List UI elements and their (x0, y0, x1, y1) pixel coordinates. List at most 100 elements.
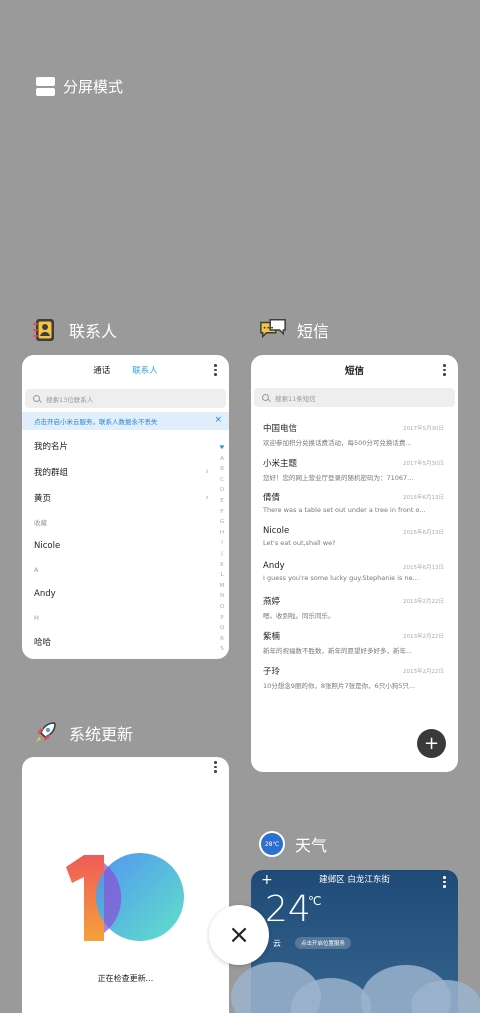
index-letter[interactable]: O (218, 602, 226, 613)
contacts-section-header: H (22, 607, 229, 629)
more-options-icon[interactable] (443, 876, 446, 890)
search-icon (262, 394, 269, 401)
sms-app-card[interactable]: 短信 搜索11条短信 中国电信 2017年5月30日 欢迎参加积分兑换话费活动，每5… (251, 355, 458, 772)
split-screen-button[interactable]: 分屏模式 (36, 76, 123, 97)
contacts-tab-bar: 通话 联系人 (22, 355, 229, 385)
message-date: 2015年6月13日 (403, 564, 444, 571)
close-icon: × (228, 920, 250, 950)
message-item[interactable]: 紫楠 2013年2月22日 新年的祝福数不胜数，新年的愿望好多好多，新年... (251, 623, 458, 658)
sms-app-icon (259, 316, 287, 344)
index-letter[interactable]: H (218, 528, 226, 539)
cloud-service-banner-text: 点击开启小米云服务，联系人数据永不丢失 (34, 418, 158, 426)
index-letter[interactable]: R (218, 634, 226, 645)
index-letter[interactable]: N (218, 591, 226, 602)
index-letter[interactable]: K (218, 560, 226, 571)
tab-contacts[interactable]: 联系人 (132, 364, 158, 376)
message-preview: 您好！您的网上营业厅登录的随机密码为：71067... (263, 473, 414, 482)
contacts-list-item[interactable]: Andy (22, 581, 229, 607)
miui-10-logo (66, 853, 184, 941)
more-options-icon[interactable] (214, 761, 217, 775)
message-item[interactable]: 燕婷 2013年2月22日 嗯。收到啦。同乐同乐。 (251, 588, 458, 623)
message-preview: There was a table set out under a tree i… (263, 506, 426, 515)
alphabet-index[interactable]: ♥ A B C D E F G H I J K L M N O P Q R S (218, 443, 226, 655)
sms-search-placeholder: 搜索11条短信 (275, 394, 316, 403)
message-preview: 嗯。收到啦。同乐同乐。 (263, 612, 335, 621)
message-preview: 10分想念9丽的你，8张照片7张是你，6只小狗5只... (263, 681, 416, 690)
contacts-search-input[interactable]: 搜索13位联系人 (25, 389, 226, 408)
contacts-app-card[interactable]: 通话 联系人 搜索13位联系人 点击开启小米云服务，联系人数据永不丢失 × 我的… (22, 355, 229, 659)
index-letter[interactable]: I (218, 538, 226, 549)
row-label: 我的群组 (34, 468, 69, 478)
index-letter[interactable]: D (218, 485, 226, 496)
cloud-service-banner[interactable]: 点击开启小米云服务，联系人数据永不丢失 × (22, 412, 229, 430)
current-temperature: 24 (265, 889, 311, 930)
index-letter[interactable]: ♥ (218, 443, 226, 454)
update-status-text: 正在检查更新... (97, 974, 154, 983)
location-service-chip[interactable]: 点击开启位置服务 (295, 937, 352, 949)
index-letter[interactable]: E (218, 496, 226, 507)
message-date: 2013年2月22日 (403, 634, 444, 641)
contacts-list-item[interactable]: 黄页 › (22, 485, 229, 511)
tab-calls[interactable]: 通话 (93, 364, 110, 376)
message-preview: Let's eat out,shall we? (263, 539, 336, 548)
sms-title-bar: 短信 (251, 355, 458, 385)
message-item[interactable]: 小米主题 2017年5月30日 您好！您的网上营业厅登录的随机密码为：71067..… (251, 450, 458, 485)
contacts-section-header: A (22, 559, 229, 581)
message-item[interactable]: Andy 2015年6月13日 I guess you're some lucky … (251, 554, 458, 589)
contacts-list-item[interactable]: 我的群组 › (22, 459, 229, 485)
weather-icon-temp: 28℃ (264, 840, 280, 848)
row-label: 哈哈 (34, 638, 52, 648)
rocket-icon (31, 719, 59, 747)
row-label: Andy (34, 589, 56, 599)
index-letter[interactable]: L (218, 570, 226, 581)
temperature-unit: ℃ (308, 894, 322, 908)
contacts-search-placeholder: 搜索13位联系人 (46, 395, 94, 404)
row-label: 黄页 (34, 494, 52, 504)
weather-app-card[interactable]: + 建邺区 白龙江东街 24 ℃ 云 点击开启位置服务 (231, 870, 480, 1013)
message-item[interactable]: Nicole 2015年6月13日 Let's eat out,shall we? (251, 519, 458, 554)
index-letter[interactable]: F (218, 507, 226, 518)
clear-all-button[interactable]: × (209, 905, 269, 965)
index-letter[interactable]: A (218, 454, 226, 465)
weather-app-header: 28℃ 天气 (259, 831, 327, 857)
index-letter[interactable]: G (218, 517, 226, 528)
message-preview: 欢迎参加积分兑换话费活动，每500分可兑换话费... (263, 439, 412, 447)
message-date: 2013年2月22日 (403, 599, 444, 606)
contacts-list-item[interactable]: 哈哈 (22, 629, 229, 655)
update-app-header: 系统更新 (31, 719, 133, 747)
new-message-button[interactable]: + (417, 729, 446, 758)
search-icon (33, 395, 40, 402)
more-options-icon[interactable] (443, 364, 446, 378)
message-item[interactable]: 倩倩 2015年6月13日 There was a table set out un… (251, 484, 458, 519)
message-preview: I guess you're some lucky guy.Stephanie … (263, 573, 419, 582)
index-letter[interactable]: S (218, 644, 226, 655)
contacts-list-item[interactable]: Nicole (22, 533, 229, 559)
index-letter[interactable]: C (218, 475, 226, 486)
split-screen-icon (36, 77, 55, 96)
contacts-section-header: 收藏 (22, 511, 229, 533)
update-app-card[interactable]: 正在检查更新... (22, 757, 229, 1013)
banner-close-icon[interactable]: × (214, 415, 222, 425)
message-date: 2017年5月30日 (403, 460, 444, 467)
index-letter[interactable]: M (218, 581, 226, 592)
message-date: 2015年6月13日 (403, 530, 444, 537)
message-item[interactable]: 中国电信 2017年5月30日 欢迎参加积分兑换话费活动，每500分可兑换话费... (251, 415, 458, 450)
update-app-name: 系统更新 (69, 725, 134, 744)
weather-app-icon: 28℃ (259, 831, 285, 857)
chevron-right-icon: › (205, 467, 209, 477)
index-letter[interactable]: J (218, 549, 226, 560)
more-options-icon[interactable] (214, 364, 217, 378)
contacts-list-item[interactable]: 我的名片 (22, 433, 229, 459)
split-screen-label: 分屏模式 (63, 78, 124, 96)
index-letter[interactable]: B (218, 464, 226, 475)
message-item[interactable]: 子玲 2013年2月22日 10分想念9丽的你，8张照片7张是你，6只小狗5只... (251, 658, 458, 693)
contacts-app-icon (31, 316, 59, 344)
row-label: 收藏 (34, 519, 47, 527)
index-letter[interactable]: Q (218, 623, 226, 634)
sms-search-input[interactable]: 搜索11条短信 (254, 388, 455, 407)
chevron-right-icon: › (205, 493, 209, 503)
row-label: H (34, 614, 39, 622)
index-letter[interactable]: P (218, 613, 226, 624)
contacts-app-name: 联系人 (69, 322, 118, 341)
message-date: 2017年5月30日 (403, 426, 444, 432)
